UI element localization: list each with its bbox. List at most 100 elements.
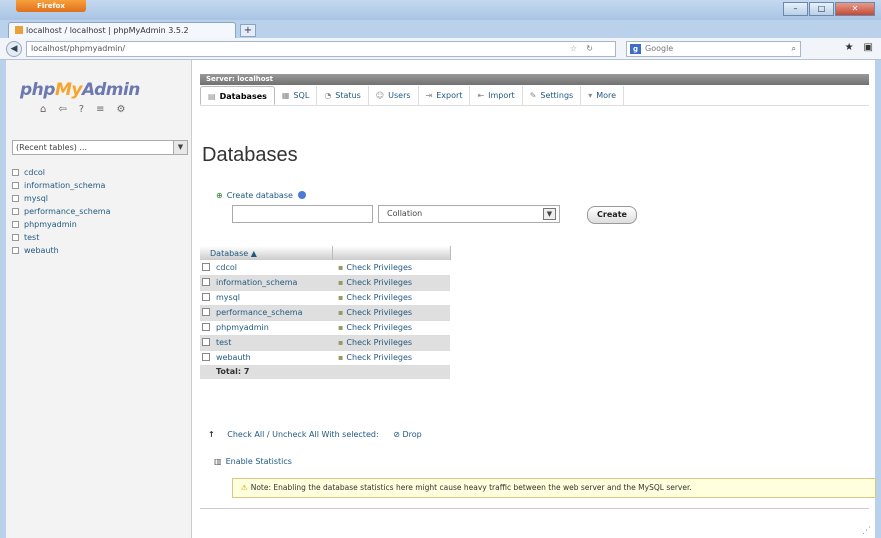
navigation-bar: ◀ localhost/phpmyadmin/ ☆ ↻ g Google ⌕ ★… — [0, 38, 881, 60]
database-link[interactable]: phpmyadmin — [216, 323, 269, 332]
database-name-cell[interactable]: information_schema — [200, 275, 332, 291]
check-privileges-link[interactable]: ▪ Check Privileges — [332, 305, 450, 321]
sidebar-db-item[interactable]: mysql — [12, 192, 111, 205]
help-icon[interactable] — [297, 191, 306, 199]
bookmarks-icon[interactable]: ★ — [845, 42, 854, 53]
maximize-button[interactable]: □ — [809, 2, 834, 16]
google-icon[interactable]: g — [630, 44, 641, 54]
row-checkbox[interactable] — [202, 338, 210, 346]
sidebar-db-item[interactable]: cdcol — [12, 166, 111, 179]
sidebar-db-item[interactable]: test — [12, 231, 111, 244]
recent-tables-select[interactable]: (Recent tables) ... ▼ — [12, 140, 188, 155]
tab-settings[interactable]: ✎ Settings — [523, 86, 582, 105]
home-icon[interactable]: ⌂ — [40, 104, 46, 115]
menu-icon[interactable]: ▣ — [864, 42, 873, 53]
row-checkbox[interactable] — [202, 353, 210, 361]
privileges-icon: ▪ — [338, 293, 344, 302]
pma-main: Server: localhost ▤ Databases ▦ SQL ◔ Statu… — [192, 60, 876, 538]
row-checkbox[interactable] — [202, 323, 210, 331]
total-row: Total: 7 — [200, 365, 450, 379]
sidebar-db-label: information_schema — [24, 181, 106, 190]
row-checkbox[interactable] — [202, 278, 210, 286]
database-column-header[interactable]: Database ▲ — [200, 246, 333, 260]
sql-docs-icon[interactable]: ≡ — [96, 104, 104, 115]
database-name-cell[interactable]: cdcol — [200, 260, 332, 276]
warning-icon: ⚠ — [241, 483, 248, 492]
sidebar-db-item[interactable]: information_schema — [12, 179, 111, 192]
database-name-cell[interactable]: webauth — [200, 350, 332, 366]
privileges-label: Check Privileges — [346, 278, 413, 287]
search-placeholder: Google — [645, 44, 674, 53]
create-database-label[interactable]: ⊕ Create database — [216, 191, 306, 200]
database-link[interactable]: performance_schema — [216, 308, 303, 317]
tab-label: Export — [436, 91, 463, 100]
reload-icon[interactable]: ↻ — [586, 42, 593, 56]
notice-text: Note: Enabling the database statistics h… — [250, 483, 692, 492]
sidebar-toolbar: ⌂ ⇦ ? ≡ ⚙ — [40, 104, 125, 115]
bottom-divider — [200, 508, 869, 516]
enable-statistics-link[interactable]: ▥ Enable Statistics — [214, 457, 292, 466]
check-all-link[interactable]: Check All / Uncheck All — [227, 430, 319, 439]
sidebar-db-item[interactable]: performance_schema — [12, 205, 111, 218]
drop-label: Drop — [402, 430, 422, 439]
check-privileges-link[interactable]: ▪ Check Privileges — [332, 260, 450, 276]
phpmyadmin-logo[interactable]: phpMyAdmin — [20, 80, 140, 100]
bulk-actions: ↑ Check All / Uncheck All With selected:… — [208, 430, 422, 439]
statistics-notice: ⚠ Note: Enabling the database statistics … — [232, 478, 876, 498]
tab-status[interactable]: ◔ Status — [317, 86, 369, 105]
tab-label: Status — [335, 91, 361, 100]
sidebar-db-item[interactable]: webauth — [12, 244, 111, 257]
sidebar-db-label: performance_schema — [24, 207, 111, 216]
row-checkbox[interactable] — [202, 293, 210, 301]
docs-icon[interactable]: ? — [79, 104, 84, 115]
tab-sql[interactable]: ▦ SQL — [275, 86, 318, 105]
server-breadcrumb[interactable]: Server: localhost — [200, 74, 869, 85]
table-row: cdcol ▪ Check Privileges — [200, 260, 450, 276]
minimize-button[interactable]: – — [783, 2, 808, 16]
settings-icon[interactable]: ⚙ — [116, 104, 125, 115]
drop-button[interactable]: ⊘ Drop — [393, 430, 422, 439]
database-link[interactable]: test — [216, 338, 231, 347]
check-privileges-link[interactable]: ▪ Check Privileges — [332, 350, 450, 366]
browser-tab-active[interactable]: localhost / localhost | phpMyAdmin 3.5.2 — [8, 22, 236, 38]
tab-users[interactable]: ☺ Users — [369, 86, 419, 105]
tab-more[interactable]: ▾ More — [581, 86, 625, 105]
chevron-down-icon[interactable]: ▼ — [173, 141, 187, 154]
check-privileges-link[interactable]: ▪ Check Privileges — [332, 275, 450, 291]
search-icon[interactable]: ⌕ — [792, 42, 796, 56]
row-checkbox[interactable] — [202, 308, 210, 316]
table-row: test ▪ Check Privileges — [200, 335, 450, 351]
search-box[interactable]: g Google ⌕ — [626, 41, 801, 57]
privileges-icon: ▪ — [338, 338, 344, 347]
database-name-cell[interactable]: phpmyadmin — [200, 320, 332, 336]
back-arrow-icon[interactable]: ◀ — [6, 41, 22, 57]
address-bar[interactable]: localhost/phpmyadmin/ ☆ ↻ — [26, 41, 616, 57]
new-database-name-input[interactable] — [232, 205, 373, 223]
database-name-cell[interactable]: performance_schema — [200, 305, 332, 321]
resize-grip-icon[interactable]: ⋰ — [862, 526, 871, 536]
sidebar-db-item[interactable]: phpmyadmin — [12, 218, 111, 231]
database-link[interactable]: cdcol — [216, 263, 237, 272]
collation-select[interactable]: Collation ▼ — [378, 205, 560, 223]
total-label: Total: 7 — [200, 365, 450, 379]
database-name-cell[interactable]: mysql — [200, 290, 332, 306]
close-window-button[interactable]: ✕ — [835, 2, 875, 16]
logout-icon[interactable]: ⇦ — [58, 104, 66, 115]
tab-export[interactable]: ⇥ Export — [419, 86, 471, 105]
tab-import[interactable]: ⇤ Import — [470, 86, 523, 105]
database-link[interactable]: mysql — [216, 293, 240, 302]
database-name-cell[interactable]: test — [200, 335, 332, 351]
new-tab-button[interactable]: + — [240, 24, 256, 37]
check-privileges-link[interactable]: ▪ Check Privileges — [332, 320, 450, 336]
chevron-down-icon: ▾ — [588, 91, 593, 100]
row-checkbox[interactable] — [202, 262, 210, 271]
database-link[interactable]: information_schema — [216, 278, 297, 287]
create-button[interactable]: Create — [587, 206, 637, 224]
check-privileges-link[interactable]: ▪ Check Privileges — [332, 335, 450, 351]
firefox-menu-button[interactable]: Firefox — [16, 0, 86, 12]
check-privileges-link[interactable]: ▪ Check Privileges — [332, 290, 450, 306]
database-link[interactable]: webauth — [216, 353, 251, 362]
bookmark-star-icon[interactable]: ☆ — [570, 42, 577, 56]
chevron-down-icon[interactable]: ▼ — [543, 208, 556, 220]
tab-databases[interactable]: ▤ Databases — [200, 86, 275, 105]
